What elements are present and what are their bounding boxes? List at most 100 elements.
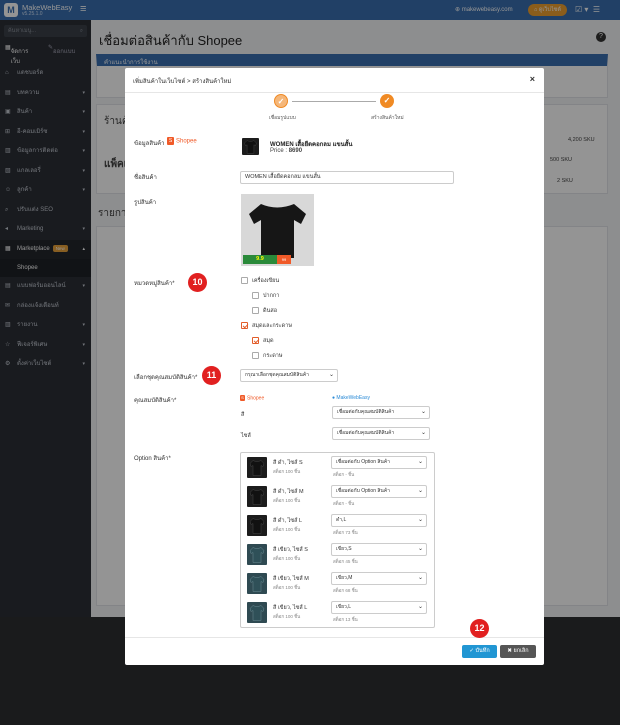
category-checkbox-paper[interactable] [252, 352, 259, 359]
options-label: Option สินค้า* [134, 456, 171, 462]
step-2-check-icon: ✓ [380, 94, 394, 108]
product-info-label: ข้อมูลสินค้า [134, 141, 165, 147]
chevron-down-icon: ⌄ [417, 575, 423, 581]
attr-col-shopee: S Shopee [240, 395, 264, 401]
shopee-tag: S Shopee [167, 137, 197, 145]
option-linked-stock: สต็อก 45 ชิ้น [333, 559, 358, 564]
option-thumbnail [247, 573, 267, 594]
option-stock: สต็อก 100 ชิ้น [273, 556, 301, 561]
option-thumbnail [247, 486, 267, 507]
chevron-down-icon: ⌄ [420, 409, 426, 415]
product-thumbnail [242, 138, 259, 155]
step-2-label: สร้างสินค้าใหม่ [371, 115, 404, 121]
option-thumbnail [247, 602, 267, 623]
cancel-button[interactable]: ✖ ยกเลิก [500, 645, 536, 658]
option-linked-stock: สต็อก 73 ชิ้น [333, 530, 358, 535]
option-name: สี ดำ, ไซส์ M [273, 489, 304, 495]
option-stock: สต็อก 100 ชิ้น [273, 498, 301, 503]
category-checkbox-pencils[interactable] [252, 307, 259, 314]
callout-11: 11 [202, 366, 221, 385]
option-name: สี ดำ, ไซส์ L [273, 518, 303, 524]
product-name-label: ชื่อสินค้า [134, 175, 157, 181]
option-link-select[interactable]: เชื่อมต่อกับ Option สินค้า ⌄ [331, 456, 427, 469]
category-label-pencils: ดินสอ [263, 308, 277, 314]
breadcrumb: เพิ่มสินค้าในเว็บไซต์ > สร้างสินค้าใหม่ [133, 79, 232, 85]
attr-select-color[interactable]: เชื่อมต่อกับคุณสมบัติสินค้า ⌄ [332, 406, 430, 419]
category-checkbox-paper-group[interactable] [241, 322, 248, 329]
callout-12: 12 [470, 619, 489, 638]
chevron-down-icon: ⌄ [417, 604, 423, 610]
cancel-label: ยกเลิก [513, 648, 529, 654]
makewebeasy-logo-icon: ● [332, 395, 336, 401]
category-label-notebook: สมุด [263, 338, 274, 344]
options-list: สี ดำ, ไซส์ S สต็อก 100 ชิ้น เชื่อมต่อกั… [240, 452, 435, 628]
option-row: สี เขียว, ไซส์ M สต็อก 100 ชิ้น เขียว,M ⌄… [241, 569, 434, 598]
attr-select-size-value: เชื่อมต่อกับคุณสมบัติสินค้า [337, 430, 395, 436]
shopee-label: Shopee [176, 138, 197, 145]
option-link-select[interactable]: เขียว,S ⌄ [331, 543, 427, 556]
close-icon[interactable]: × [530, 74, 535, 84]
option-stock: สต็อก 100 ชิ้น [273, 585, 301, 590]
attribute-group-select[interactable]: กรุณาเลือกชุดคุณสมบัติสินค้า ⌄ [240, 369, 338, 382]
attr-name-size: ไซส์ [241, 433, 251, 439]
category-checkbox-notebook[interactable] [252, 337, 259, 344]
category-label-stationery: เครื่องเขียน [252, 278, 280, 284]
option-name: สี ดำ, ไซส์ S [273, 460, 303, 466]
option-link-value: เขียว,M [336, 575, 353, 581]
option-linked-stock: สต็อก - ชิ้น [333, 501, 355, 506]
product-name-input[interactable]: WOMEN เสื้อยืดคอกลม แขนสั้น [240, 171, 454, 184]
chevron-down-icon: ⌄ [417, 459, 423, 465]
option-linked-stock: สต็อก 13 ชิ้น [333, 617, 358, 622]
option-row: สี ดำ, ไซส์ S สต็อก 100 ชิ้น เชื่อมต่อกั… [241, 453, 434, 482]
close-icon: ✖ [507, 648, 512, 654]
step-1-label: เชื่อมรูปแบบ [269, 115, 296, 121]
option-thumbnail [247, 515, 267, 536]
product-price: Price : 8690 [270, 148, 302, 154]
attribute-group-label: เลือกชุดคุณสมบัติสินค้า* [134, 375, 198, 381]
category-label-paper-group: สมุดและกระดาษ [252, 323, 292, 329]
price-value: 8690 [288, 148, 303, 154]
save-label: บันทึก [475, 648, 490, 654]
image-promo-badge: 9.9 [243, 255, 277, 264]
attr-select-size[interactable]: เชื่อมต่อกับคุณสมบัติสินค้า ⌄ [332, 427, 430, 440]
option-link-select[interactable]: เชื่อมต่อกับ Option สินค้า ⌄ [331, 485, 427, 498]
option-row: สี เขียว, ไซส์ S สต็อก 100 ชิ้น เขียว,S ⌄… [241, 540, 434, 569]
save-button[interactable]: ✓ บันทึก [462, 645, 497, 658]
option-stock: สต็อก 100 ชิ้น [273, 527, 301, 532]
chevron-down-icon: ⌄ [417, 488, 423, 494]
option-stock: สต็อก 100 ชิ้น [273, 469, 301, 474]
option-linked-stock: สต็อก 68 ชิ้น [333, 588, 358, 593]
option-linked-stock: สต็อก - ชิ้น [333, 472, 355, 477]
callout-10: 10 [188, 273, 207, 292]
option-link-value: เขียว,L [336, 604, 352, 610]
option-name: สี เขียว, ไซส์ S [273, 547, 308, 553]
option-link-select[interactable]: เขียว,M ⌄ [331, 572, 427, 585]
option-thumbnail [247, 457, 267, 478]
shopee-bag-icon: S [240, 395, 245, 401]
option-link-value: เชื่อมต่อกับ Option สินค้า [336, 459, 390, 465]
option-row: สี ดำ, ไซส์ L สต็อก 100 ชิ้น ดำ,L ⌄ สต็อก… [241, 511, 434, 540]
category-label-pens: ปากกา [263, 293, 280, 299]
modal-header: เพิ่มสินค้าในเว็บไซต์ > สร้างสินค้าใหม่ … [125, 68, 544, 93]
option-link-value: เขียว,S [336, 546, 352, 552]
product-image[interactable]: 9.9 99 [241, 194, 314, 266]
chevron-down-icon: ⌄ [420, 430, 426, 436]
attribute-label: คุณสมบัติสินค้า* [134, 398, 177, 404]
option-link-select[interactable]: เขียว,L ⌄ [331, 601, 427, 614]
option-row: สี เขียว, ไซส์ L สต็อก 100 ชิ้น เขียว,L ⌄… [241, 598, 434, 627]
image-promo-badge-2: 99 [277, 255, 291, 264]
chevron-down-icon: ⌄ [417, 546, 423, 552]
attr-col-web-label: MakeWebEasy [336, 395, 370, 401]
attr-col-shopee-label: Shopee [247, 395, 265, 402]
option-thumbnail [247, 544, 267, 565]
image-promo-text: 9.9 [256, 256, 264, 262]
step-1-check-icon: ✓ [274, 94, 288, 108]
check-icon: ✓ [469, 648, 474, 654]
option-link-select[interactable]: ดำ,L ⌄ [331, 514, 427, 527]
category-checkbox-pens[interactable] [252, 292, 259, 299]
option-name: สี เขียว, ไซส์ M [273, 576, 309, 582]
category-checkbox-stationery[interactable] [241, 277, 248, 284]
chevron-down-icon: ⌄ [328, 372, 334, 378]
product-image-label: รูปสินค้า [134, 200, 157, 206]
category-label: หมวดหมู่สินค้า* [134, 281, 175, 287]
